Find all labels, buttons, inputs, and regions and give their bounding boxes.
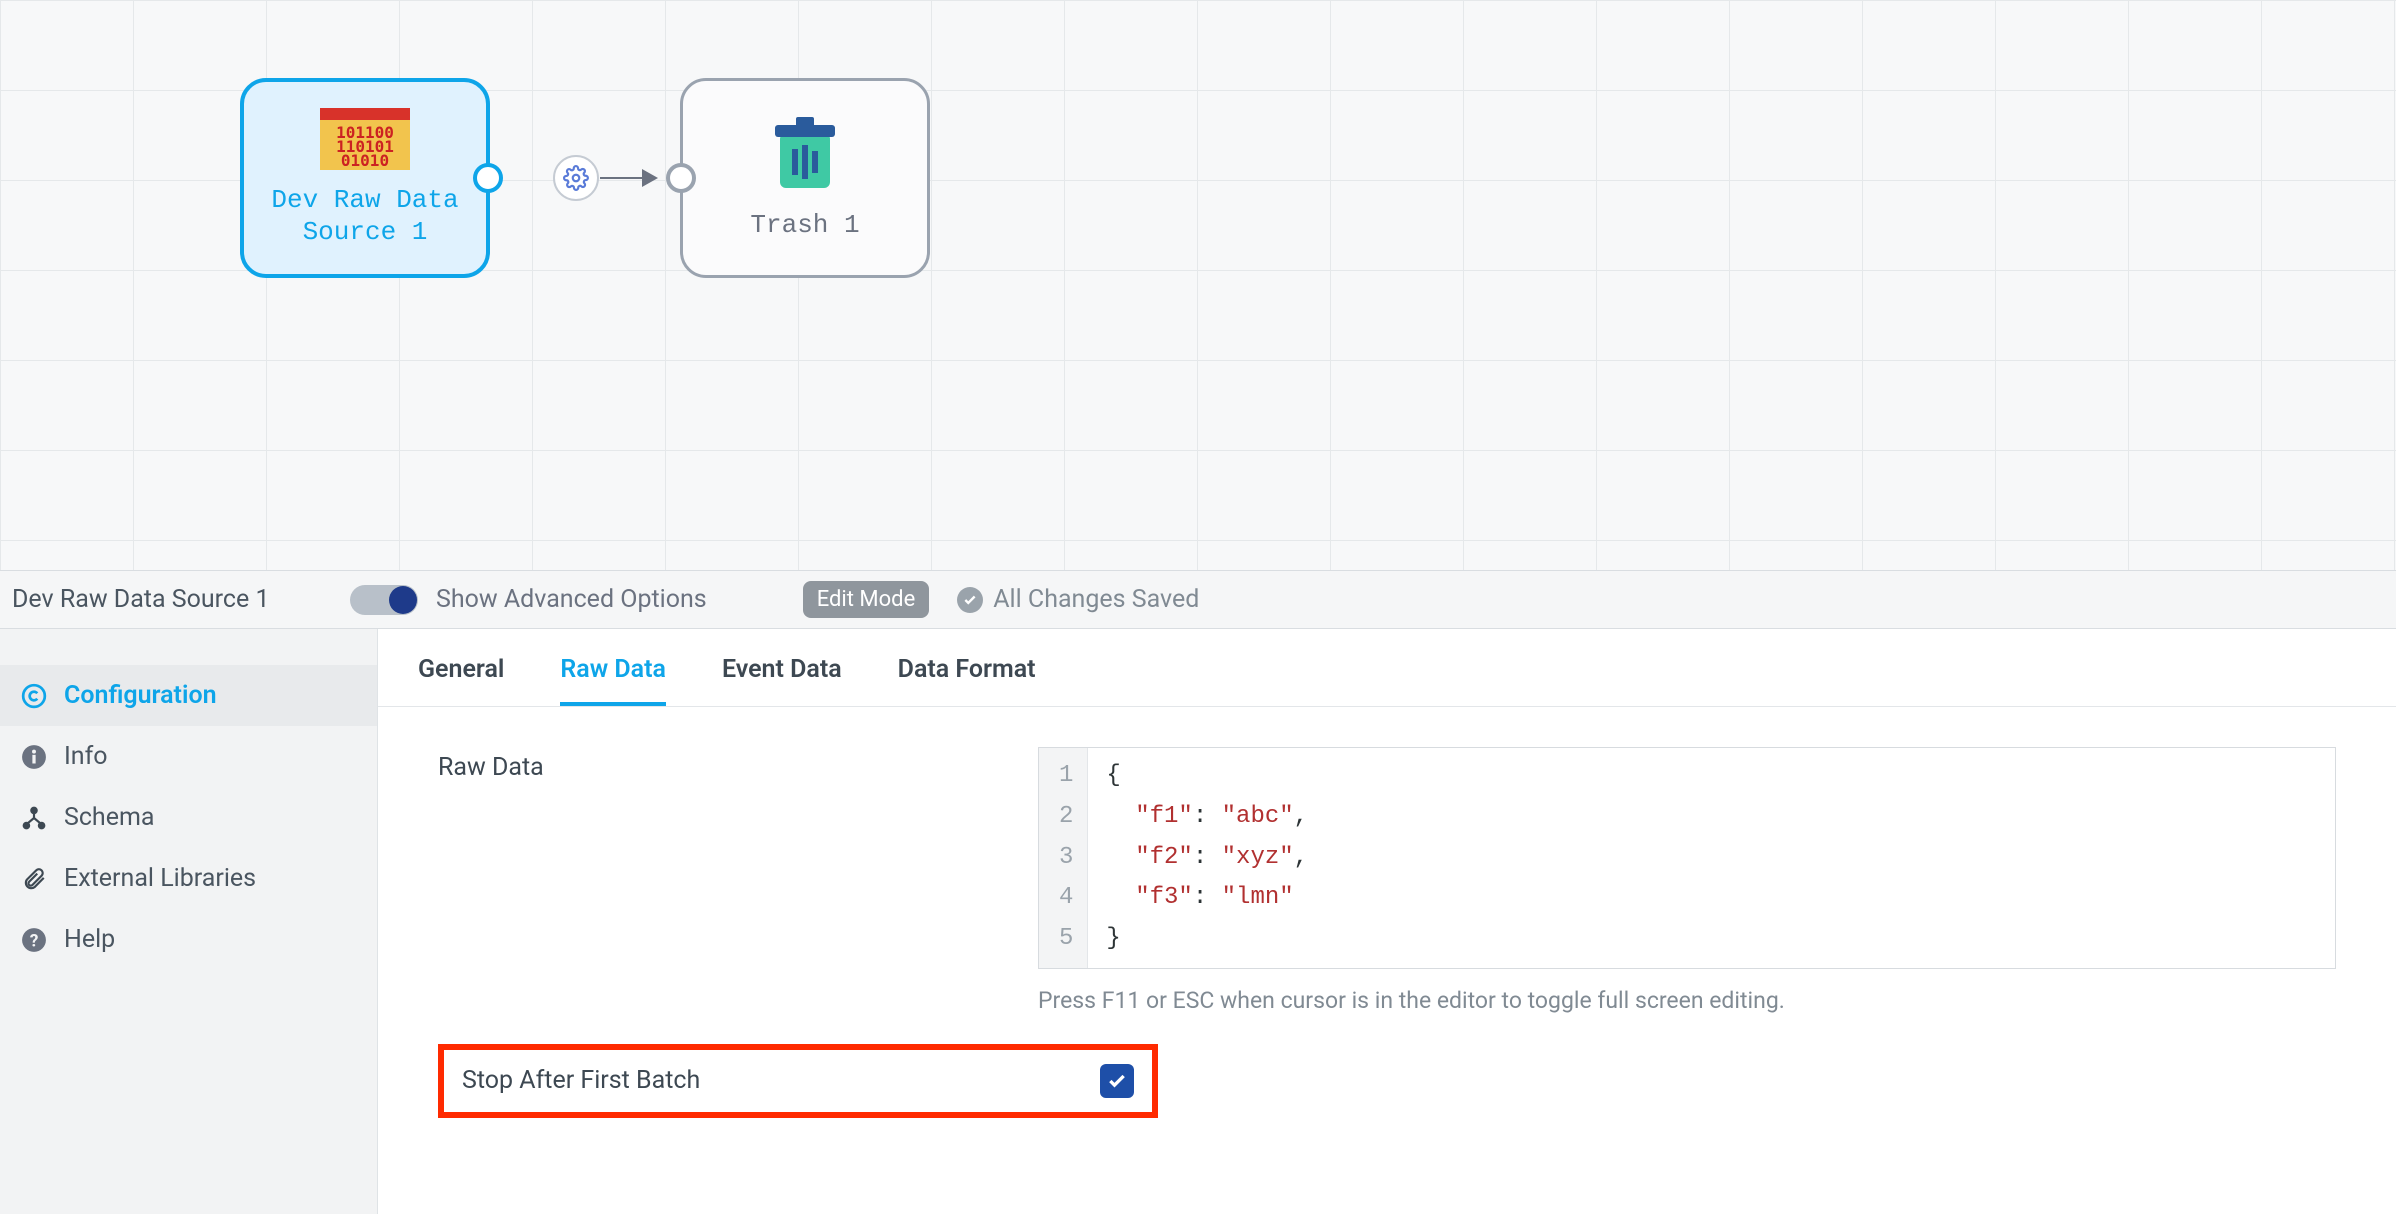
editor-gutter: 12345: [1039, 748, 1088, 968]
trash-icon: [770, 115, 840, 195]
stop-after-first-batch-label: Stop After First Batch: [462, 1066, 1100, 1095]
stop-after-first-batch-checkbox[interactable]: [1100, 1064, 1134, 1098]
node-dev-raw-data-source[interactable]: 101100 110101 01010 Dev Raw Data Source …: [240, 78, 490, 278]
config-form: Raw Data 12345 { "f1": "abc", "f2": "xyz…: [378, 707, 2396, 1158]
node-label: Dev Raw Data Source 1: [271, 184, 458, 249]
raw-data-editor[interactable]: 12345 { "f1": "abc", "f2": "xyz", "f3": …: [1038, 747, 2336, 969]
svg-text:01010: 01010: [341, 151, 389, 170]
help-icon: ?: [20, 927, 48, 953]
edit-mode-badge[interactable]: Edit Mode: [803, 581, 930, 618]
sidebar-item-schema[interactable]: Schema: [0, 787, 377, 848]
check-icon: [1107, 1071, 1127, 1091]
sidebar-item-label: Configuration: [64, 681, 217, 710]
copyright-icon: [20, 683, 48, 709]
sidebar-item-external-libraries[interactable]: External Libraries: [0, 848, 377, 909]
config-tabs: General Raw Data Event Data Data Format: [378, 629, 2396, 707]
editor-hint: Press F11 or ESC when cursor is in the e…: [1038, 987, 2336, 1014]
binary-data-icon: 101100 110101 01010: [320, 108, 410, 170]
gear-icon: [563, 165, 589, 191]
sidebar-item-help[interactable]: ? Help: [0, 909, 377, 970]
connection-settings-button[interactable]: [553, 155, 599, 201]
properties-toolbar: Dev Raw Data Source 1 Show Advanced Opti…: [0, 570, 2396, 629]
advanced-options-toggle[interactable]: [350, 585, 418, 615]
output-port[interactable]: [473, 163, 503, 193]
editor-content[interactable]: { "f1": "abc", "f2": "xyz", "f3": "lmn"}: [1088, 748, 1326, 968]
tab-raw-data[interactable]: Raw Data: [560, 655, 666, 706]
sidebar-item-label: External Libraries: [64, 864, 256, 893]
save-status-label: All Changes Saved: [993, 585, 1199, 614]
connection-arrow: [600, 177, 656, 179]
save-status: All Changes Saved: [957, 585, 1199, 614]
tab-data-format[interactable]: Data Format: [898, 655, 1036, 706]
tab-event-data[interactable]: Event Data: [722, 655, 842, 706]
sidebar-item-info[interactable]: Info: [0, 726, 377, 787]
sidebar-item-label: Help: [64, 925, 115, 954]
properties-sidebar: Configuration Info Schema External Libra…: [0, 629, 378, 1214]
raw-data-label: Raw Data: [438, 747, 998, 782]
svg-text:?: ?: [30, 931, 39, 951]
tab-general[interactable]: General: [418, 655, 504, 706]
sidebar-item-label: Info: [64, 742, 108, 771]
info-icon: [20, 744, 48, 770]
node-trash[interactable]: Trash 1: [680, 78, 930, 278]
selected-node-title: Dev Raw Data Source 1: [12, 585, 322, 614]
pipeline-canvas[interactable]: 101100 110101 01010 Dev Raw Data Source …: [0, 0, 2396, 570]
node-label: Trash 1: [750, 209, 859, 242]
advanced-options-label: Show Advanced Options: [436, 585, 707, 614]
check-icon: [957, 587, 983, 613]
sidebar-item-label: Schema: [64, 803, 154, 832]
schema-icon: [20, 805, 48, 831]
sidebar-item-configuration[interactable]: Configuration: [0, 665, 377, 726]
paperclip-icon: [20, 866, 48, 892]
stop-after-first-batch-row: Stop After First Batch: [438, 1044, 1158, 1118]
input-port[interactable]: [666, 163, 696, 193]
